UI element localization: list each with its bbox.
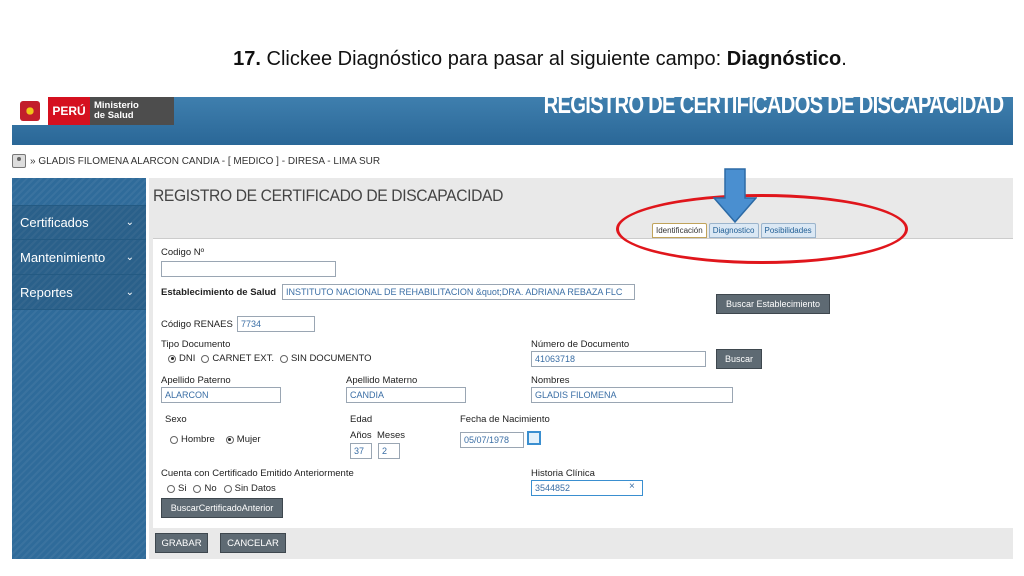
establecimiento-input[interactable]: INSTITUTO NACIONAL DE REHABILITACION &qu… [282,284,635,300]
certificado-anterior-label: Cuenta con Certificado Emitido Anteriorm… [161,468,354,479]
apellido-materno-label: Apellido Materno [346,375,418,386]
fecha-nacimiento-input[interactable]: 05/07/1978 [460,432,524,448]
establecimiento-label: Establecimiento de Salud [161,287,277,298]
apellido-paterno-label: Apellido Paterno [161,375,231,386]
numero-documento-label: Número de Documento [531,339,630,350]
radio-no[interactable] [193,484,202,493]
clear-icon[interactable]: × [629,481,635,492]
radio-sin-datos[interactable] [223,484,232,493]
buscar-button[interactable]: Buscar [716,349,762,369]
numero-documento-input[interactable]: 41063718 [531,351,706,367]
grabar-button[interactable]: GRABAR [155,533,208,553]
step-number: 17. [233,48,261,70]
radio-mujer[interactable] [225,435,234,444]
apellido-materno-input[interactable]: CANDIA [346,387,466,403]
meses-label: Meses [377,430,405,441]
nombres-label: Nombres [531,375,570,386]
instruction-text: Clickee Diagnóstico para pasar al siguie… [260,48,727,70]
codigo-input[interactable] [161,261,336,277]
codigo-label: Codigo Nº [161,247,205,258]
identification-form: Codigo Nº Establecimiento de Salud INSTI… [153,238,1013,528]
buscar-certificado-anterior-button[interactable]: BuscarCertificadoAnterior [161,498,283,518]
renaes-input[interactable]: 7734 [237,316,315,332]
user-bar: » GLADIS FILOMENA ALARCON CANDIA - [ MED… [12,151,380,171]
sexo-options: Hombre Mujer [170,434,261,445]
tipo-documento-label: Tipo Documento [161,339,231,350]
radio-sin-documento-label: SIN DOCUMENTO [290,353,372,364]
sidebar-item-label: Reportes [20,284,73,300]
user-info: » GLADIS FILOMENA ALARCON CANDIA - [ MED… [30,155,381,167]
sidebar: Certificados ⌄ Mantenimiento ⌄ Reportes … [12,178,146,559]
buscar-establecimiento-button[interactable]: Buscar Establecimiento [716,294,830,314]
sidebar-item-label: Mantenimiento [20,249,106,265]
radio-carnet[interactable] [201,354,210,363]
radio-hombre-label: Hombre [181,434,215,445]
cancelar-button[interactable]: CANCELAR [220,533,286,553]
chevron-down-icon: ⌄ [125,286,134,298]
renaes-label: Código RENAES [161,319,233,330]
radio-no-label: No [204,483,217,494]
edad-label: Edad [350,414,373,425]
app-title: REGISTRO DE CERTIFICADOS DE DISCAPACIDAD [543,97,1003,119]
fecha-nacimiento-label: Fecha de Nacimiento [460,414,550,425]
anios-label: Años [350,430,372,441]
highlight-ellipse [616,194,908,264]
sidebar-item-label: Certificados [20,215,89,230]
sexo-label: Sexo [165,414,187,425]
app-screenshot: PERÚ Ministerio de Salud REGISTRO DE CER… [12,97,1013,559]
coat-of-arms-icon [12,97,48,125]
radio-si-label: Si [178,483,187,494]
calendar-icon[interactable] [527,431,541,445]
sidebar-item-reportes[interactable]: Reportes ⌄ [12,275,146,310]
anios-input[interactable]: 37 [350,443,372,459]
instruction-end: . [841,48,847,70]
radio-si[interactable] [167,484,175,493]
user-icon [12,154,26,168]
chevron-down-icon: ⌄ [125,217,134,228]
radio-hombre[interactable] [170,435,178,444]
meses-input[interactable]: 2 [378,443,400,459]
radio-sin-datos-label: Sin Datos [234,483,276,494]
sidebar-item-mantenimiento[interactable]: Mantenimiento ⌄ [12,240,146,275]
radio-mujer-label: Mujer [236,434,261,445]
historia-clinica-input[interactable]: 3544852 [531,480,643,496]
ministry-logo: PERÚ Ministerio de Salud [12,97,174,125]
app-header: PERÚ Ministerio de Salud REGISTRO DE CER… [12,97,1013,145]
historia-clinica-label: Historia Clínica [531,468,595,479]
chevron-down-icon: ⌄ [125,251,134,263]
logo-country: PERÚ [48,97,90,125]
field-name: Diagnóstico [726,48,842,70]
radio-sin-documento[interactable] [279,354,288,363]
certificado-anterior-options: Si No Sin Datos [167,483,276,494]
radio-dni-label: DNI [179,353,196,364]
nombres-input[interactable]: GLADIS FILOMENA [531,387,733,403]
apellido-paterno-input[interactable]: ALARCON [161,387,281,403]
logo-ministry: Ministerio de Salud [94,100,139,121]
tipo-documento-options: DNI CARNET EXT. SIN DOCUMENTO [168,353,372,364]
radio-dni[interactable] [168,354,176,363]
radio-carnet-label: CARNET EXT. [212,353,274,364]
page-title: REGISTRO DE CERTIFICADO DE DISCAPACIDAD [153,186,504,205]
slide-instruction: 17. Clickee Diagnóstico para pasar al si… [0,48,1024,71]
down-arrow-icon [713,168,757,224]
sidebar-item-certificados[interactable]: Certificados ⌄ [12,205,146,240]
